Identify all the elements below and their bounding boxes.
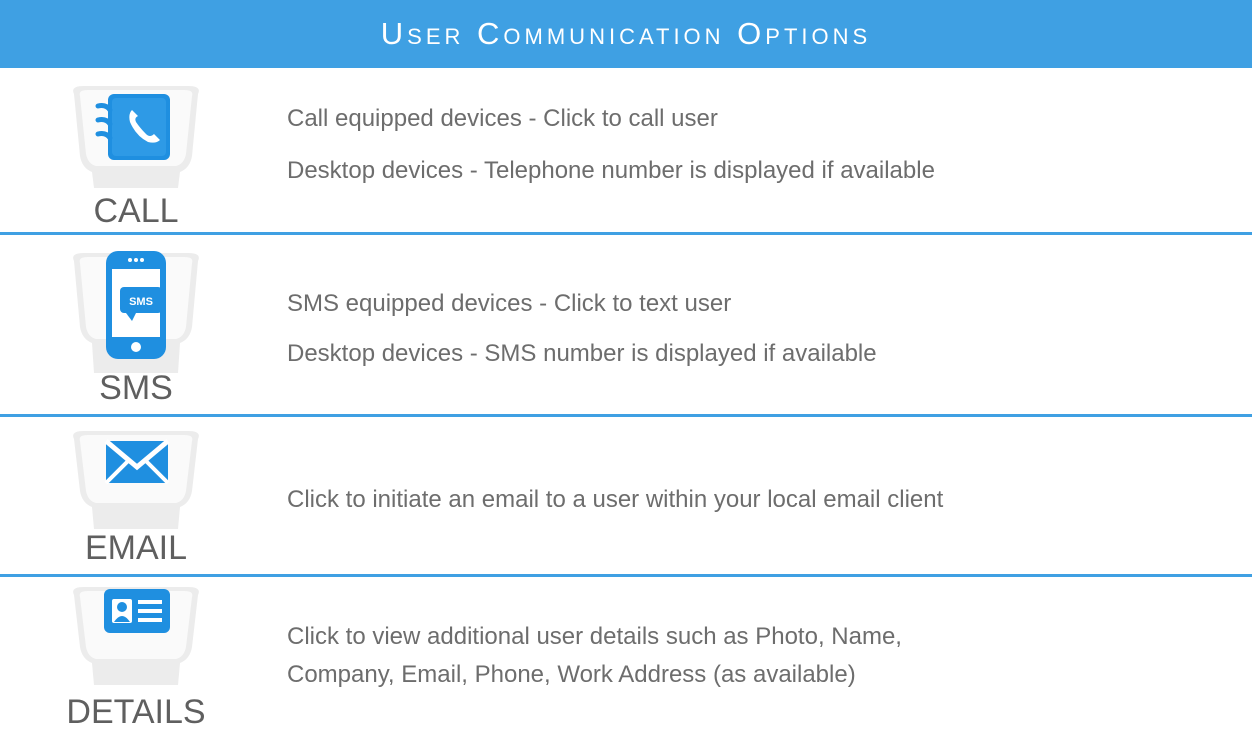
details-label: DETAILS — [66, 693, 206, 731]
call-description-line-2: Desktop devices - Telephone number is di… — [287, 157, 935, 184]
call-label: CALL — [93, 192, 179, 230]
email-button[interactable] — [60, 425, 212, 595]
details-description-line-1: Click to view additional user details su… — [287, 623, 902, 650]
details-row: DETAILS Click to view additional user de… — [0, 577, 1252, 742]
details-description-line-2: Company, Email, Phone, Work Address (as … — [287, 661, 856, 688]
page-title: User Communication Options — [380, 16, 872, 51]
sms-row: SMS SMS SMS equipped devices - Click to … — [0, 235, 1252, 415]
sms-description-line-2: Desktop devices - SMS number is displaye… — [287, 340, 877, 367]
sms-description-line-1: SMS equipped devices - Click to text use… — [287, 290, 732, 317]
sms-label: SMS — [99, 369, 173, 407]
contact-card-icon — [73, 587, 199, 685]
email-description-line-1: Click to initiate an email to a user wit… — [287, 486, 944, 513]
envelope-icon — [73, 431, 199, 529]
page-header: User Communication Options — [0, 0, 1252, 68]
sms-phone-icon: SMS — [73, 251, 199, 373]
call-description-line-1: Call equipped devices - Click to call us… — [287, 105, 718, 132]
email-row: EMAIL Click to initiate an email to a us… — [0, 417, 1252, 577]
phone-book-icon — [73, 86, 199, 188]
call-row: CALL Call equipped devices - Click to ca… — [0, 68, 1252, 233]
svg-text:SMS: SMS — [129, 296, 153, 308]
email-label: EMAIL — [84, 529, 188, 567]
